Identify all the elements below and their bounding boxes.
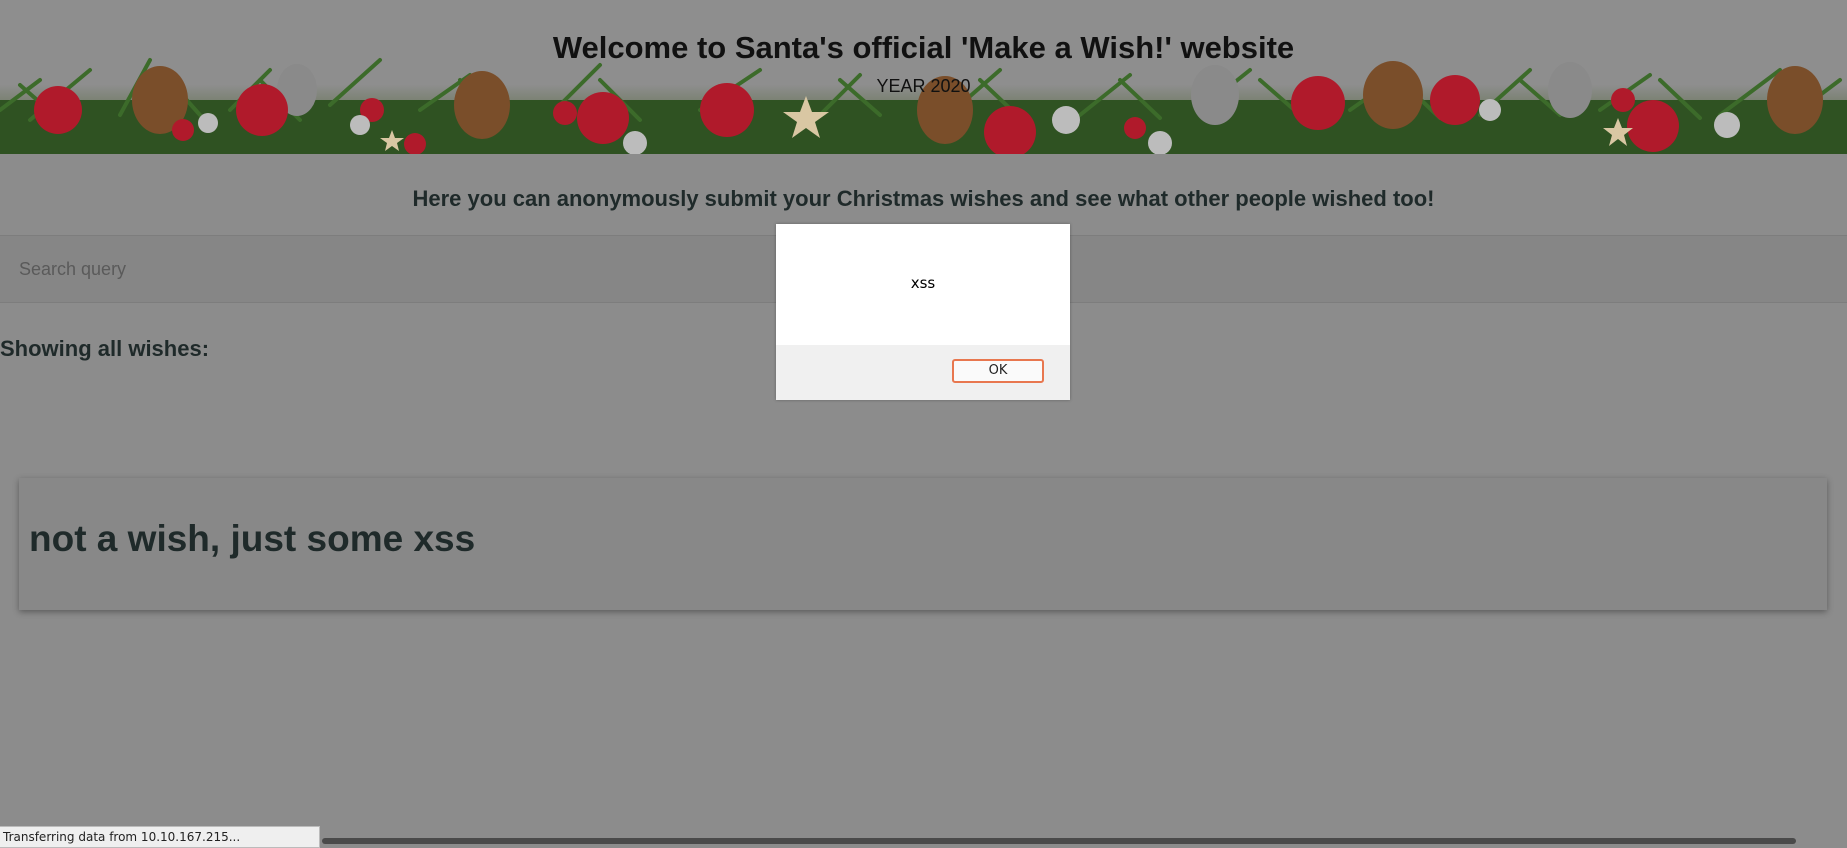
page-tagline: Here you can anonymously submit your Chr… bbox=[412, 186, 1435, 211]
year-subtitle: YEAR 2020 bbox=[876, 76, 971, 96]
wish-text: not a wish, just some xss bbox=[29, 518, 476, 559]
wishes-heading: Showing all wishes: bbox=[0, 336, 210, 361]
status-bar: Transferring data from 10.10.167.215... bbox=[0, 826, 320, 848]
horizontal-scrollbar[interactable] bbox=[322, 838, 1796, 844]
ok-button[interactable]: OK bbox=[952, 359, 1044, 383]
site-title: Welcome to Santa's official 'Make a Wish… bbox=[552, 30, 1295, 65]
wish-card: not a wish, just some xss bbox=[19, 478, 1827, 610]
header-banner: Welcome to Santa's official 'Make a Wish… bbox=[0, 0, 1847, 154]
alert-dialog: xss OK bbox=[776, 224, 1070, 400]
alert-footer: OK bbox=[776, 345, 1070, 400]
alert-message: xss bbox=[910, 274, 936, 292]
